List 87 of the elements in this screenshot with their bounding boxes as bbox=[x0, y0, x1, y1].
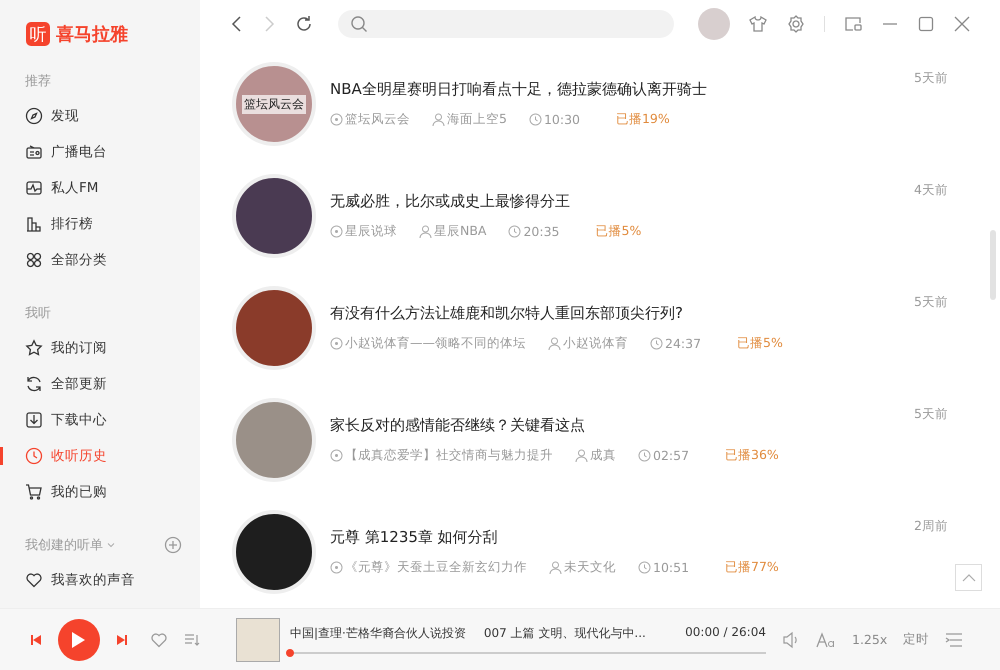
search-icon bbox=[350, 15, 368, 33]
sidebar-item[interactable]: 全部分类 bbox=[0, 242, 200, 278]
section-title: 我创建的听单 bbox=[25, 537, 103, 554]
nav-icon bbox=[25, 411, 43, 429]
up-icon bbox=[962, 572, 976, 582]
next-icon[interactable] bbox=[116, 634, 128, 646]
close-icon[interactable] bbox=[953, 15, 971, 33]
track-title[interactable]: 元尊 第1235章 如何分刮 bbox=[330, 528, 890, 547]
clock-icon bbox=[508, 225, 522, 238]
person-icon bbox=[432, 113, 445, 126]
played-time: 5天前 bbox=[914, 70, 948, 87]
previous-icon[interactable] bbox=[30, 634, 42, 646]
logo-text: 喜马拉雅 bbox=[56, 23, 128, 46]
track-title[interactable]: 有没有什么方法让雄鹿和凯尔特人重回东部顶尖行列? bbox=[330, 304, 890, 323]
duration: 02:57 bbox=[653, 448, 690, 463]
sidebar-item[interactable]: 私人FM bbox=[0, 170, 200, 206]
played-percent: 已播5% bbox=[737, 335, 783, 352]
shirt-icon[interactable] bbox=[748, 14, 768, 34]
played-time: 4天前 bbox=[914, 182, 948, 199]
nav-icon bbox=[25, 107, 43, 125]
section-title: 我听 bbox=[25, 305, 51, 322]
person-icon bbox=[419, 225, 432, 238]
track-title[interactable]: 无威必胜，比尔或成史上最惨得分王 bbox=[330, 192, 890, 211]
person-icon bbox=[548, 337, 561, 350]
clock-icon bbox=[528, 113, 542, 126]
sidebar-item[interactable]: 我的已购 bbox=[0, 474, 200, 510]
progress-handle[interactable] bbox=[286, 649, 294, 657]
heart-icon[interactable] bbox=[150, 630, 168, 648]
nav-icon bbox=[25, 375, 43, 393]
duration: 10:51 bbox=[653, 560, 690, 575]
nav-icon bbox=[25, 251, 43, 269]
nav-icon bbox=[25, 339, 43, 357]
cover-image[interactable]: 篮坛风云会 bbox=[232, 62, 316, 146]
back-to-top-button[interactable] bbox=[955, 564, 982, 591]
play-queue-icon[interactable] bbox=[945, 632, 964, 648]
clock-icon bbox=[638, 561, 651, 574]
album-icon bbox=[330, 449, 343, 462]
sidebar-item[interactable]: 发现 bbox=[0, 98, 200, 134]
sidebar-item[interactable]: 排行榜 bbox=[0, 206, 200, 242]
played-percent: 已播36% bbox=[725, 447, 779, 464]
album-icon bbox=[330, 337, 343, 350]
person-icon bbox=[549, 561, 562, 574]
played-time: 5天前 bbox=[914, 406, 948, 423]
sidebar-item[interactable]: 广播电台 bbox=[0, 134, 200, 170]
maximize-icon[interactable] bbox=[917, 15, 935, 33]
sidebar-item[interactable]: 我的订阅 bbox=[0, 330, 200, 366]
played-time: 2周前 bbox=[914, 518, 948, 535]
album-icon bbox=[330, 225, 343, 238]
nav-icon bbox=[25, 215, 43, 233]
album-icon bbox=[330, 113, 343, 126]
sidebar-item[interactable]: 全部更新 bbox=[0, 366, 200, 402]
cover-label: 篮坛风云会 bbox=[242, 94, 306, 114]
duration: 24:37 bbox=[665, 336, 702, 351]
duration: 20:35 bbox=[523, 224, 560, 239]
nav-icon bbox=[25, 179, 43, 197]
nav-icon bbox=[25, 483, 43, 501]
play-button[interactable] bbox=[58, 618, 100, 660]
nav-icon bbox=[25, 143, 43, 161]
play-icon bbox=[70, 630, 86, 648]
clock-icon bbox=[650, 337, 663, 350]
person-icon bbox=[575, 449, 588, 462]
album-icon bbox=[330, 561, 343, 574]
scrollbar-thumb[interactable] bbox=[990, 230, 996, 300]
font-size-icon[interactable] bbox=[816, 630, 836, 648]
playlist-icon[interactable] bbox=[184, 632, 200, 648]
duration: 10:30 bbox=[544, 112, 580, 127]
album-title: 中国|查理·芒格华裔合伙人说投资 bbox=[290, 625, 466, 642]
sidebar-item[interactable]: 下载中心 bbox=[0, 402, 200, 438]
track-title[interactable]: NBA全明星赛明日打响看点十足，德拉蒙德确认离开骑士 bbox=[330, 80, 890, 99]
played-percent: 已播19% bbox=[616, 111, 670, 128]
chevron-icon[interactable] bbox=[106, 540, 116, 550]
play-time: 00:00 / 26:04 bbox=[685, 625, 766, 641]
search-field[interactable] bbox=[338, 10, 674, 38]
add-icon[interactable] bbox=[164, 536, 182, 554]
played-time: 5天前 bbox=[914, 294, 948, 311]
logo-badge: 听 bbox=[26, 22, 50, 46]
track-name: 007 上篇 文明、现代化与中... bbox=[484, 625, 646, 642]
track-title[interactable]: 家长反对的感情能否继续？关键看这点 bbox=[330, 416, 890, 435]
settings-icon[interactable] bbox=[786, 14, 806, 34]
album-cover[interactable] bbox=[236, 618, 280, 662]
nav-icon bbox=[25, 571, 43, 589]
played-percent: 已播5% bbox=[596, 223, 642, 240]
section-title: 推荐 bbox=[25, 73, 51, 90]
sidebar-item[interactable]: 我喜欢的声音 bbox=[0, 562, 200, 598]
played-percent: 已播77% bbox=[725, 559, 779, 576]
clock-icon bbox=[638, 449, 651, 462]
nav-icon bbox=[25, 447, 43, 465]
